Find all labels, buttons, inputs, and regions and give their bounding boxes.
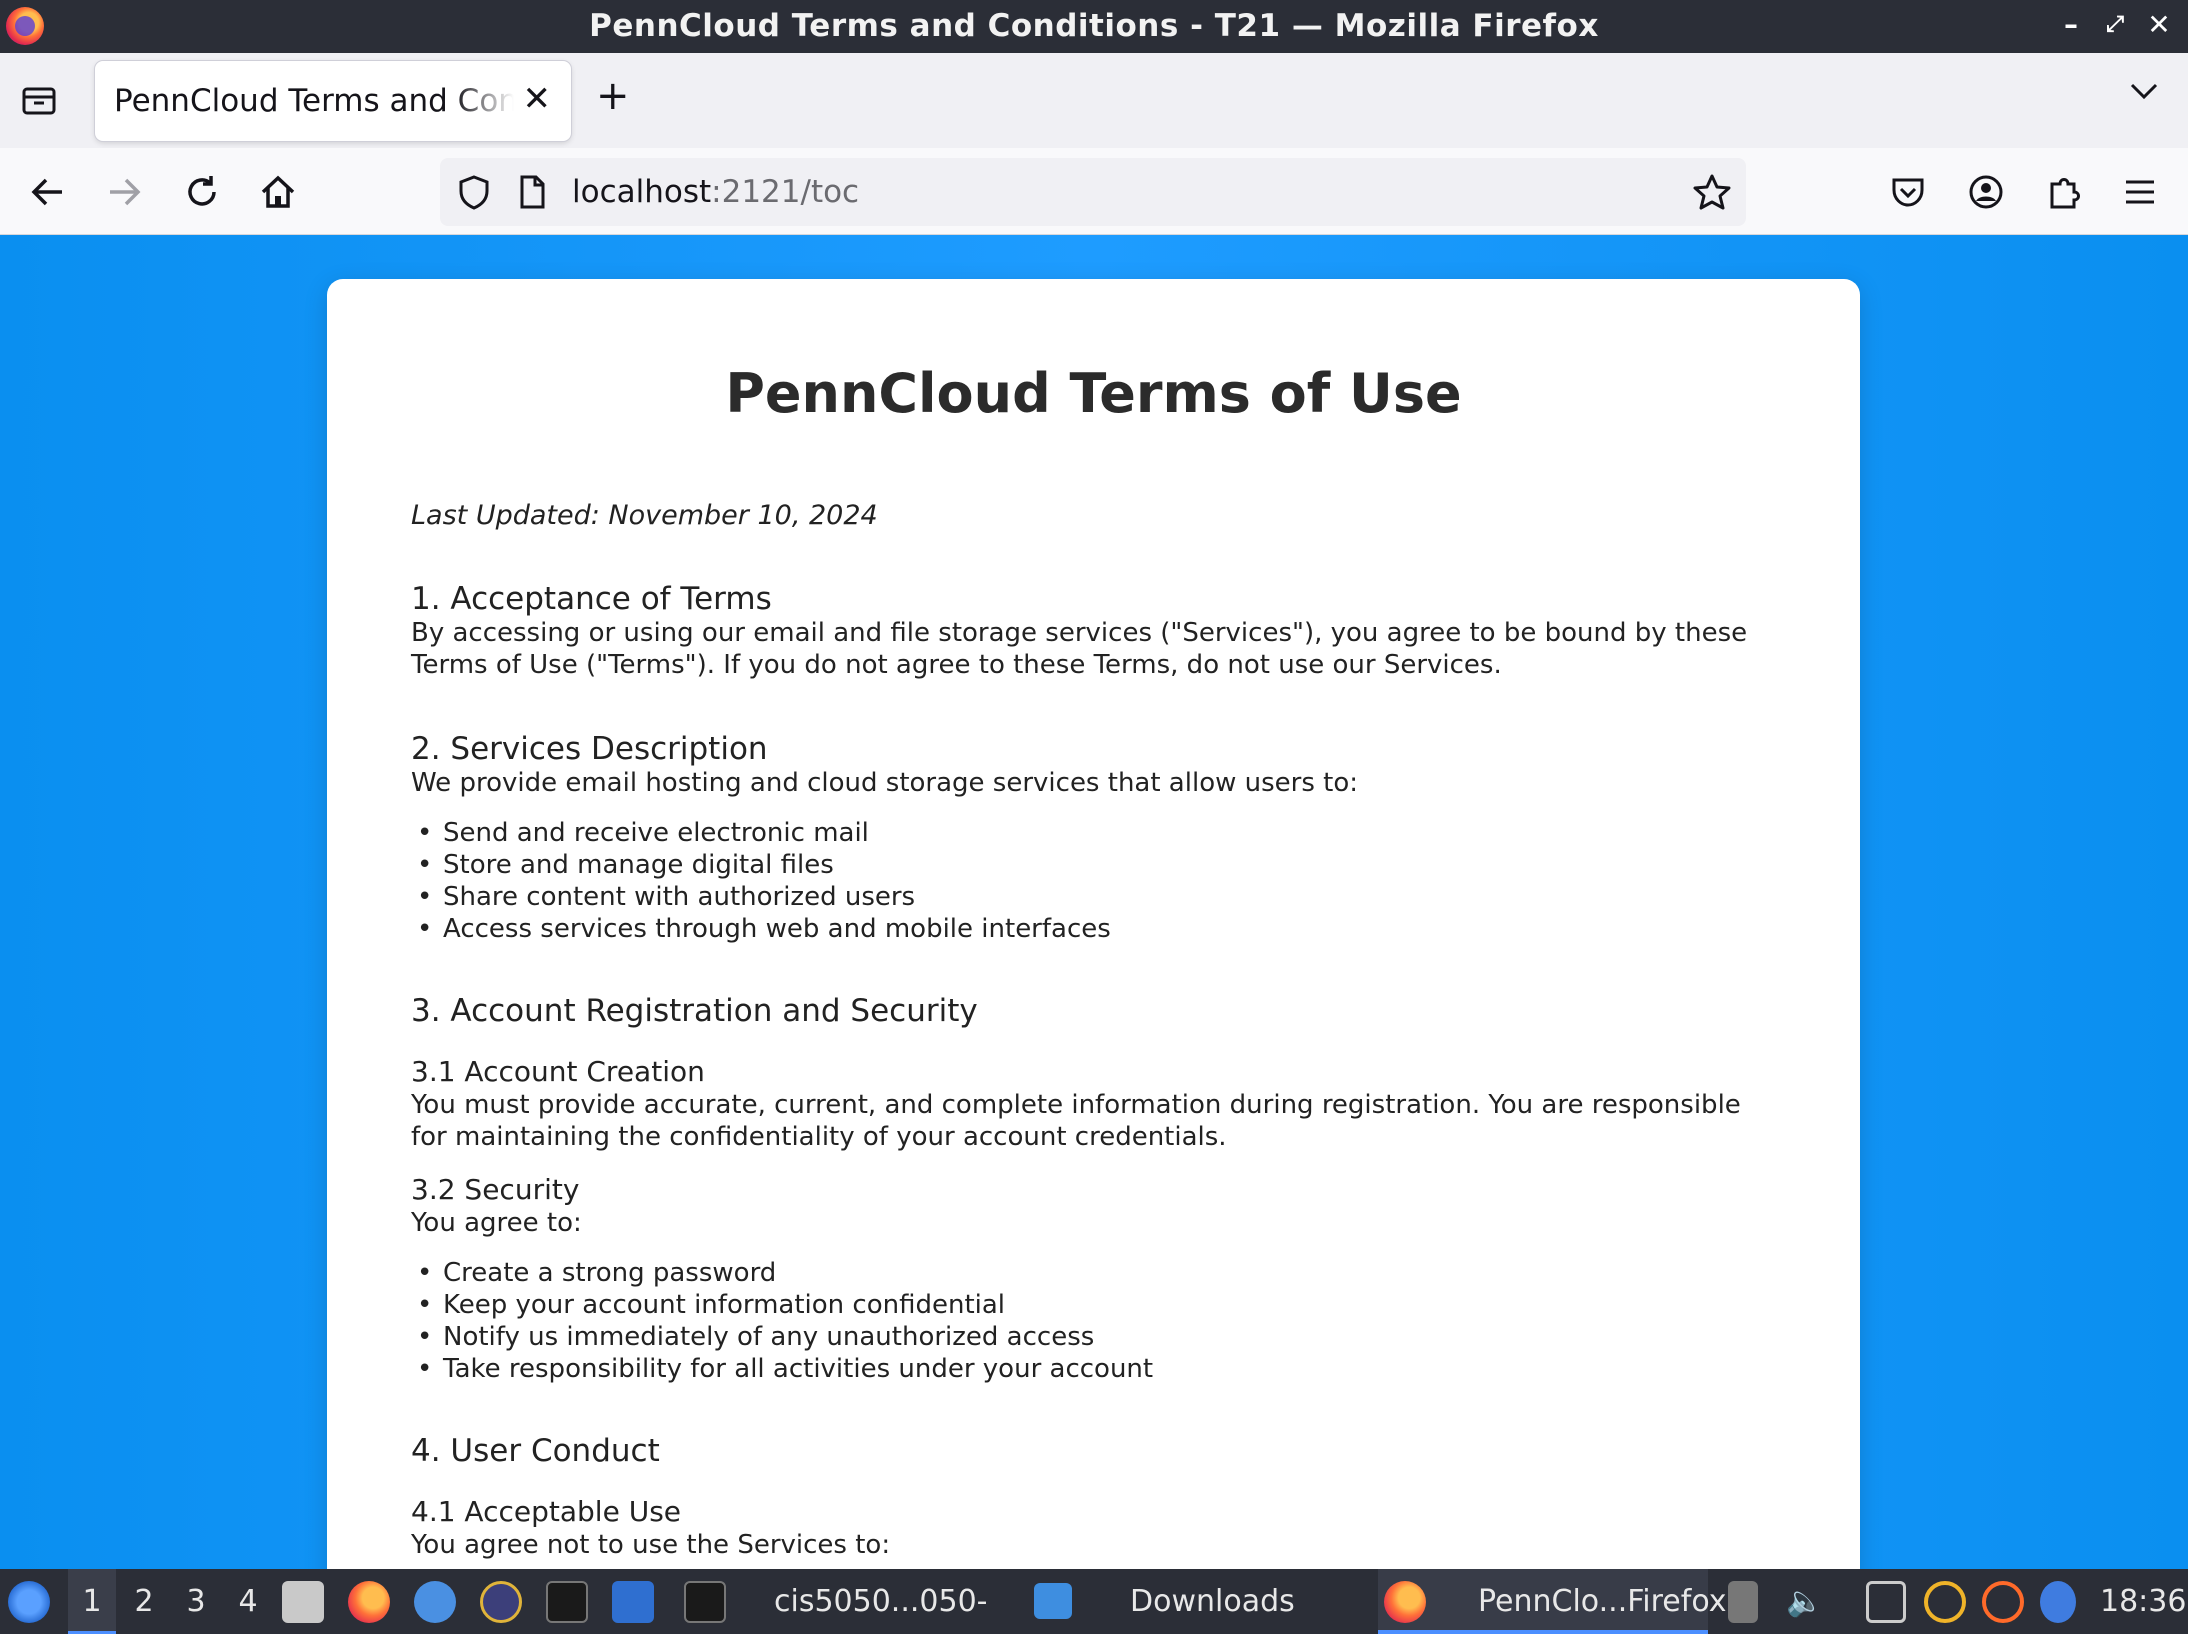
workspace-4[interactable]: 4 bbox=[224, 1569, 272, 1634]
shield-icon[interactable] bbox=[456, 174, 492, 214]
close-icon[interactable]: ✕ bbox=[2142, 8, 2176, 42]
section-heading: 1. Acceptance of Terms bbox=[411, 581, 772, 617]
window-icon[interactable] bbox=[612, 1581, 654, 1623]
section-user-conduct: 4. User Conduct 4.1 Acceptable Use You a… bbox=[411, 1433, 1776, 1561]
task-label: PennClo...Firefox bbox=[1478, 1584, 1727, 1619]
page-icon[interactable] bbox=[516, 174, 548, 214]
network-icon[interactable] bbox=[1924, 1581, 1966, 1623]
workspace-2[interactable]: 2 bbox=[120, 1569, 168, 1634]
thunderbird-icon[interactable] bbox=[414, 1581, 456, 1623]
section-acceptance: 1. Acceptance of Terms By accessing or u… bbox=[411, 581, 1776, 681]
navigation-toolbar: localhost:2121/toc bbox=[0, 148, 2188, 235]
update-icon[interactable] bbox=[1982, 1581, 2024, 1623]
firefox-view-icon[interactable] bbox=[18, 79, 60, 121]
new-tab-icon[interactable]: + bbox=[596, 73, 630, 119]
pocket-icon[interactable] bbox=[1888, 172, 1928, 216]
bookmark-star-icon[interactable] bbox=[1692, 172, 1732, 216]
list-item: Store and manage digital files bbox=[411, 849, 1776, 881]
section-text: You agree not to use the Services to: bbox=[411, 1530, 891, 1560]
volume-icon[interactable]: 🔈 bbox=[1786, 1569, 1823, 1634]
services-list: Send and receive electronic mail Store a… bbox=[411, 817, 1776, 945]
clock[interactable]: 18:36 bbox=[2100, 1569, 2186, 1634]
firefox-launcher-icon[interactable] bbox=[348, 1581, 390, 1623]
section-heading: 3. Account Registration and Security bbox=[411, 993, 978, 1029]
subsection-heading: 3.1 Account Creation bbox=[411, 1055, 705, 1088]
notification-icon[interactable] bbox=[2040, 1581, 2076, 1623]
list-item: Share content with authorized users bbox=[411, 881, 1776, 913]
taskbar: 1 2 3 4 cis5050...050-T21 Downloads Penn… bbox=[0, 1569, 2188, 1634]
tab-label: PennCloud Terms and Conditions bbox=[114, 83, 514, 119]
workspace-1[interactable]: 1 bbox=[68, 1569, 116, 1634]
clipboard-icon[interactable] bbox=[1728, 1581, 1758, 1623]
page-title: PennCloud Terms of Use bbox=[725, 362, 1462, 425]
folder-icon bbox=[1034, 1583, 1072, 1619]
section-text: You agree to: bbox=[411, 1208, 582, 1238]
security-list: Create a strong password Keep your accou… bbox=[411, 1257, 1776, 1385]
workspace-3[interactable]: 3 bbox=[172, 1569, 220, 1634]
section-heading: 4. User Conduct bbox=[411, 1433, 660, 1469]
section-heading: 2. Services Description bbox=[411, 731, 768, 767]
last-updated: Last Updated: November 10, 2024 bbox=[411, 500, 878, 531]
section-account: 3. Account Registration and Security 3.1… bbox=[411, 993, 1776, 1385]
section-text: You must provide accurate, current, and … bbox=[411, 1090, 1741, 1152]
back-arrow-icon[interactable] bbox=[28, 172, 68, 216]
display-icon[interactable] bbox=[1866, 1581, 1906, 1623]
list-item: Create a strong password bbox=[411, 1257, 1776, 1289]
task-terminal[interactable]: cis5050...050-T21 bbox=[680, 1569, 1020, 1634]
terminal-icon bbox=[684, 1581, 726, 1623]
extensions-puzzle-icon[interactable] bbox=[2044, 172, 2084, 216]
list-all-tabs-chevron-down-icon[interactable] bbox=[2128, 75, 2160, 115]
list-item: Notify us immediately of any unauthorize… bbox=[411, 1321, 1776, 1353]
section-services: 2. Services Description We provide email… bbox=[411, 731, 1776, 945]
eclipse-icon[interactable] bbox=[480, 1581, 522, 1623]
tab-penncloud[interactable]: PennCloud Terms and Conditions ✕ bbox=[95, 61, 571, 141]
list-item: Keep your account information confidenti… bbox=[411, 1289, 1776, 1321]
window-title: PennCloud Terms and Conditions - T21 — M… bbox=[589, 8, 1599, 44]
task-label: cis5050...050-T21 bbox=[774, 1584, 988, 1619]
maximize-icon[interactable]: ⤢ bbox=[2098, 8, 2132, 42]
home-icon[interactable] bbox=[258, 172, 298, 216]
minimize-icon[interactable]: – bbox=[2054, 8, 2088, 42]
task-downloads[interactable]: Downloads bbox=[1030, 1569, 1350, 1634]
tab-close-icon[interactable]: ✕ bbox=[523, 79, 552, 119]
subsection-heading: 4.1 Acceptable Use bbox=[411, 1495, 682, 1528]
reload-icon[interactable] bbox=[182, 172, 222, 216]
firefox-icon bbox=[1384, 1581, 1426, 1623]
terminal-icon[interactable] bbox=[546, 1581, 588, 1623]
tab-strip: PennCloud Terms and Conditions ✕ + bbox=[0, 53, 2188, 148]
list-item: Access services through web and mobile i… bbox=[411, 913, 1776, 945]
account-icon[interactable] bbox=[1966, 172, 2006, 216]
subsection-heading: 3.2 Security bbox=[411, 1173, 580, 1206]
task-firefox[interactable]: PennClo...Firefox bbox=[1378, 1569, 1727, 1634]
terms-card: PennCloud Terms of Use Last Updated: Nov… bbox=[327, 279, 1860, 1569]
list-item: Send and receive electronic mail bbox=[411, 817, 1776, 849]
section-text: We provide email hosting and cloud stora… bbox=[411, 768, 1359, 798]
window-titlebar: PennCloud Terms and Conditions - T21 — M… bbox=[0, 0, 2188, 53]
url-text[interactable]: localhost:2121/toc bbox=[572, 174, 859, 210]
task-label: Downloads bbox=[1130, 1584, 1295, 1619]
url-bar[interactable]: localhost:2121/toc bbox=[440, 158, 1746, 226]
forward-arrow-icon[interactable] bbox=[104, 172, 144, 216]
start-menu-icon[interactable] bbox=[8, 1581, 50, 1623]
file-manager-icon[interactable] bbox=[282, 1581, 324, 1623]
menu-hamburger-icon[interactable] bbox=[2120, 172, 2160, 216]
page-viewport: PennCloud Terms of Use Last Updated: Nov… bbox=[0, 235, 2188, 1569]
list-item: Take responsibility for all activities u… bbox=[411, 1353, 1776, 1385]
section-text: By accessing or using our email and file… bbox=[411, 618, 1748, 680]
